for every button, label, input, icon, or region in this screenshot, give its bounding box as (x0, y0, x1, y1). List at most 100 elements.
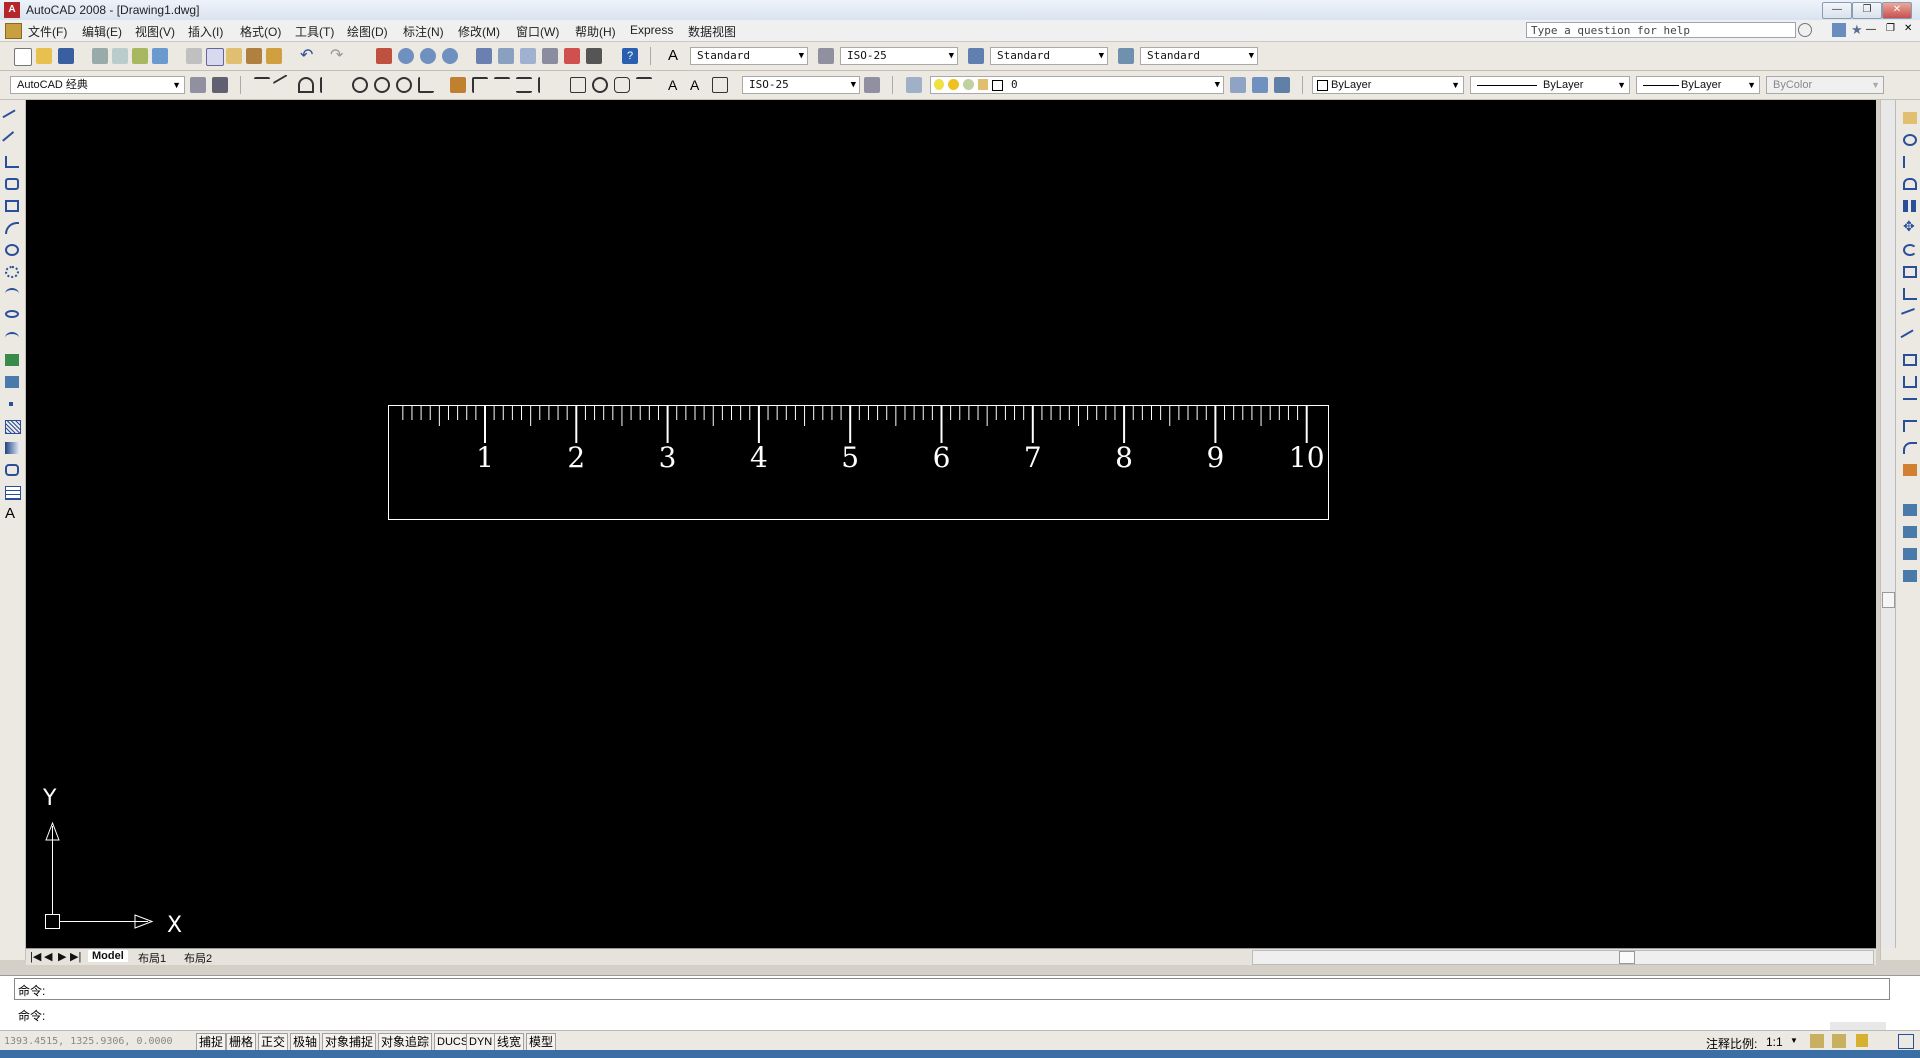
continue-dim-icon[interactable] (494, 77, 510, 95)
send-to-back-icon[interactable] (1903, 526, 1917, 538)
rectangle-icon[interactable] (5, 200, 19, 212)
menu-help[interactable]: 帮助(H) (575, 23, 616, 40)
sheet-set-icon[interactable] (542, 48, 558, 64)
extend-icon[interactable] (1900, 329, 1920, 349)
match-properties-icon[interactable] (246, 48, 262, 64)
zoom-window-icon[interactable] (420, 48, 436, 64)
layer-properties-icon[interactable] (906, 77, 922, 93)
workspace-combo[interactable]: AutoCAD 经典 ▼ (10, 76, 185, 94)
menu-view[interactable]: 视图(V) (135, 23, 175, 40)
calculator-icon[interactable] (586, 48, 602, 64)
join-icon[interactable] (1903, 398, 1917, 412)
bring-above-icon[interactable] (1903, 548, 1917, 560)
undo-icon[interactable]: ↶ (300, 48, 316, 64)
clean-screen-icon[interactable] (1898, 1034, 1914, 1049)
toolbar-lock-icon[interactable] (1856, 1034, 1868, 1047)
hatch-icon[interactable] (5, 420, 21, 434)
ortho-toggle[interactable]: 正交 (258, 1033, 289, 1051)
quick-dim-icon[interactable] (450, 77, 466, 93)
menu-tools[interactable]: 工具(T) (295, 23, 334, 40)
table-style-icon[interactable] (968, 48, 984, 64)
tab-prev-button[interactable]: ◀ (44, 950, 52, 963)
3d-dwf-icon[interactable] (152, 48, 168, 64)
model-toggle[interactable]: 模型 (526, 1033, 557, 1051)
redo-icon[interactable]: ↷ (330, 48, 346, 64)
angular-dim-icon[interactable] (418, 77, 434, 93)
grid-toggle[interactable]: 栅格 (226, 1033, 257, 1051)
send-under-icon[interactable] (1903, 570, 1917, 582)
communication-center-icon[interactable] (1832, 23, 1846, 37)
chevron-down-icon[interactable]: ▼ (1790, 1036, 1798, 1045)
annotation-scale-value[interactable]: 1:1 (1766, 1035, 1783, 1049)
ordinate-dim-icon[interactable] (320, 77, 338, 93)
menu-insert[interactable]: 插入(I) (188, 23, 223, 40)
diameter-dim-icon[interactable] (396, 77, 412, 93)
center-mark-icon[interactable] (592, 77, 608, 93)
open-icon[interactable] (36, 48, 52, 64)
linear-dim-icon[interactable] (254, 77, 270, 95)
arc-icon[interactable] (5, 222, 19, 234)
command-scrollbar[interactable] (1830, 1022, 1886, 1030)
menu-file[interactable]: 文件(F) (28, 23, 67, 40)
restore-button[interactable]: ❐ (1852, 2, 1882, 19)
chamfer-icon[interactable] (1903, 420, 1917, 432)
help-icon[interactable]: ? (622, 48, 638, 64)
dim-space-icon[interactable] (516, 77, 532, 93)
pan-icon[interactable] (376, 48, 392, 64)
point-icon[interactable] (9, 402, 13, 406)
move-icon[interactable]: ✥ (1903, 219, 1917, 233)
multileader-style-icon[interactable] (1118, 48, 1134, 64)
make-block-icon[interactable] (5, 376, 19, 388)
baseline-dim-icon[interactable] (472, 77, 488, 93)
multiline-text-icon[interactable]: A (5, 506, 19, 521)
fillet-icon[interactable] (1903, 442, 1917, 454)
layer-states-icon[interactable] (1274, 77, 1290, 93)
multileader-style-combo[interactable]: Standard ▼ (1140, 47, 1258, 65)
dim-style-icon[interactable] (818, 48, 834, 64)
doc-minimize-button[interactable]: — (1866, 24, 1876, 35)
gradient-icon[interactable] (5, 442, 19, 454)
polyline-icon[interactable] (5, 156, 19, 168)
text-style-icon[interactable]: A (668, 48, 684, 64)
arc-length-icon[interactable] (298, 77, 314, 93)
copy-object-icon[interactable] (1903, 134, 1917, 146)
tab-next-button[interactable]: ▶ (58, 950, 66, 963)
osnap-toggle[interactable]: 对象捕捉 (322, 1033, 377, 1051)
dyn-toggle[interactable]: DYN (466, 1033, 496, 1051)
break-at-point-icon[interactable] (1903, 354, 1917, 366)
zoom-previous-icon[interactable] (442, 48, 458, 64)
layer-combo[interactable]: 0 ▼ (930, 76, 1224, 94)
mirror-icon[interactable] (1903, 156, 1919, 168)
tab-first-button[interactable]: |◀ (30, 950, 41, 963)
menu-express[interactable]: Express (630, 23, 673, 37)
minimize-button[interactable]: — (1822, 2, 1852, 19)
line-icon[interactable] (2, 109, 22, 129)
break-icon[interactable] (1903, 376, 1917, 388)
ellipse-arc-icon[interactable] (5, 332, 19, 344)
lineweight-combo[interactable]: ByLayer ▼ (1636, 76, 1760, 94)
scale-icon[interactable] (1903, 266, 1917, 278)
plot-icon[interactable] (92, 48, 108, 64)
trim-icon[interactable] (1901, 308, 1919, 326)
doc-restore-button[interactable]: ❐ (1886, 23, 1895, 34)
polygon-icon[interactable] (5, 178, 19, 190)
aligned-dim-icon[interactable] (272, 74, 296, 98)
annotation-visibility-icon[interactable] (1810, 1034, 1824, 1048)
properties-icon[interactable] (476, 48, 492, 64)
rotate-icon[interactable] (1903, 244, 1917, 256)
erase-icon[interactable] (1903, 112, 1917, 124)
tab-layout1[interactable]: 布局1 (138, 950, 166, 966)
jogged-dim-icon[interactable] (374, 77, 390, 93)
menu-window[interactable]: 窗口(W) (516, 23, 559, 40)
menu-dimension[interactable]: 标注(N) (403, 23, 444, 40)
text-style-combo[interactable]: Standard ▼ (690, 47, 808, 65)
tab-model[interactable]: Model (88, 950, 128, 962)
app-menu-icon[interactable] (5, 23, 22, 39)
tool-palettes-icon[interactable] (520, 48, 536, 64)
make-current-icon[interactable] (1230, 77, 1246, 93)
menu-draw[interactable]: 绘图(D) (347, 23, 388, 40)
vertical-scroll-thumb[interactable] (1882, 592, 1895, 608)
auto-scale-icon[interactable] (1832, 1034, 1846, 1048)
layer-previous-icon[interactable] (1252, 77, 1268, 93)
dim-text-edit-icon[interactable]: A (690, 77, 706, 93)
